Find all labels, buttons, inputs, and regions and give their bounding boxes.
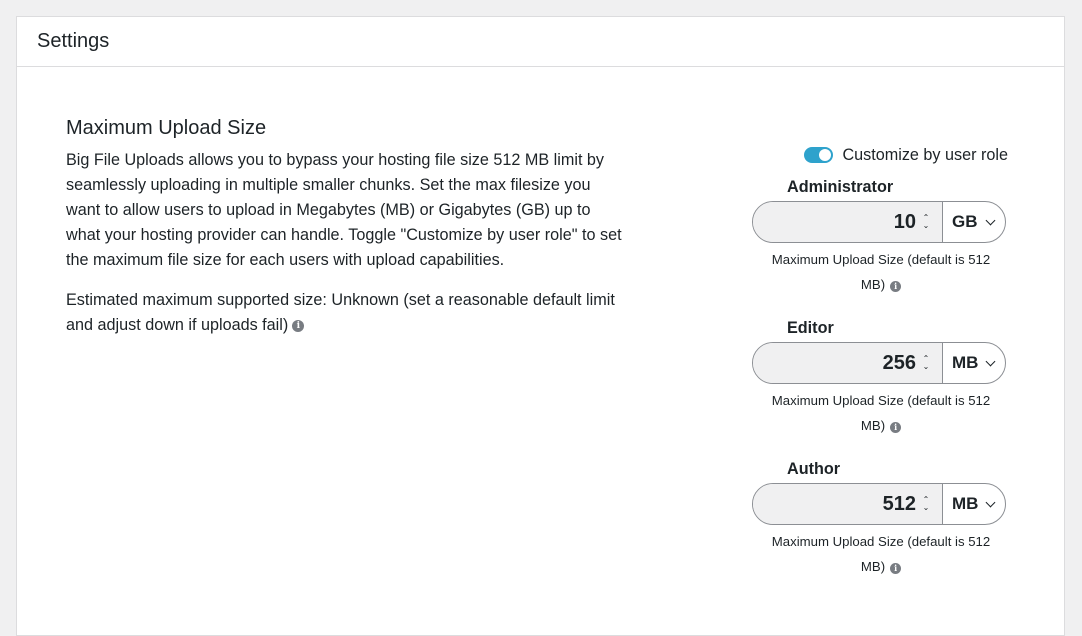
help-text: Maximum Upload Size (default is 512 MB) i [752,247,1008,297]
unit-value: MB [952,353,979,372]
settings-header: Settings [17,17,1064,67]
help-line-2: MB) [860,559,886,574]
size-value: 512 [882,492,916,515]
toggle-knob [819,149,832,161]
spinner[interactable]: ⌃ ⌄ [920,355,932,371]
help-line-2-row: MB) i [754,272,1008,297]
help-text: Maximum Upload Size (default is 512 MB) i [752,529,1008,579]
help-line-2-row: MB) i [754,554,1008,579]
role-editor: Editor 256 ⌃ ⌄ MB Maximum Upload Size (d… [752,318,1008,438]
chevron-down-icon [986,497,996,507]
customize-by-role-label[interactable]: Customize by user role [842,146,1008,165]
info-icon[interactable]: i [292,320,305,332]
help-line-2: MB) [860,418,886,433]
customize-by-role-toggle[interactable] [804,147,834,163]
chevron-down-icon [985,215,995,225]
help-line-2: MB) [860,277,886,292]
unit-select[interactable]: GB [943,202,1005,242]
spinner-down-icon[interactable]: ⌄ [923,363,930,371]
upload-description: Big File Uploads allows you to bypass yo… [66,151,622,269]
page-title: Settings [37,30,110,52]
unit-select[interactable]: MB [943,484,1005,524]
estimate-text: Estimated maximum supported size: Unknow… [66,291,615,334]
spinner[interactable]: ⌃ ⌄ [920,496,932,512]
help-line-2-row: MB) i [754,413,1008,438]
size-control: 10 ⌃ ⌄ GB [752,201,1006,243]
size-control: 256 ⌃ ⌄ MB [752,342,1006,384]
spinner-down-icon[interactable]: ⌄ [923,504,930,512]
help-text: Maximum Upload Size (default is 512 MB) i [752,388,1008,438]
size-value: 10 [893,210,916,233]
size-number-input[interactable]: 256 ⌃ ⌄ [753,343,943,383]
customize-toggle-row[interactable]: Customize by user role [752,143,1008,167]
role-administrator: Administrator 10 ⌃ ⌄ GB Maximum Upload S… [752,177,1008,297]
spinner[interactable]: ⌃ ⌄ [920,214,932,230]
role-author: Author 512 ⌃ ⌄ MB Maximum Upload Size (d… [752,459,1008,579]
role-label: Editor [787,319,834,337]
help-line-1: Maximum Upload Size (default is 512 [771,252,991,267]
section-title: Maximum Upload Size [66,117,267,139]
size-value: 256 [882,351,916,374]
size-number-input[interactable]: 10 ⌃ ⌄ [753,202,943,242]
settings-card: Settings Maximum Upload Size Big File Up… [16,16,1065,636]
size-control: 512 ⌃ ⌄ MB [752,483,1006,525]
info-icon[interactable]: i [890,563,902,574]
role-label: Administrator [787,178,894,196]
chevron-down-icon [986,356,996,366]
help-line-1: Maximum Upload Size (default is 512 [771,393,991,408]
unit-select[interactable]: MB [943,343,1005,383]
unit-value: MB [952,494,979,513]
info-icon[interactable]: i [890,281,902,292]
size-number-input[interactable]: 512 ⌃ ⌄ [753,484,943,524]
upload-description-section: Maximum Upload Size Big File Uploads all… [66,117,626,338]
info-icon[interactable]: i [890,422,902,433]
estimate-text-row: Estimated maximum supported size: Unknow… [66,288,626,338]
role-settings-panel: Customize by user role Administrator 10 … [752,143,1008,579]
unit-value: GB [952,212,978,231]
spinner-down-icon[interactable]: ⌄ [923,222,930,230]
help-line-1: Maximum Upload Size (default is 512 [771,534,991,549]
role-label: Author [787,460,841,478]
